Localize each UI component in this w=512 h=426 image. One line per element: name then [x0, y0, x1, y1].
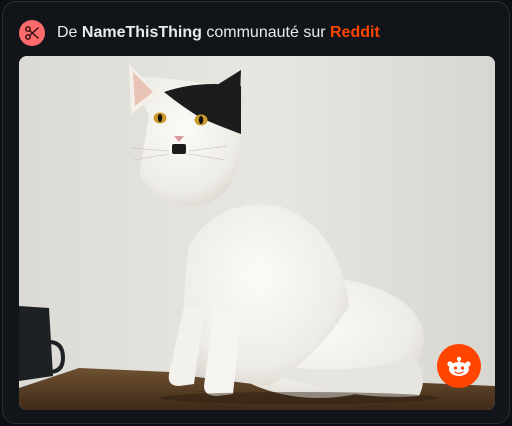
- platform-link[interactable]: Reddit: [330, 24, 380, 41]
- embed-header: De NameThisThing communauté sur Reddit: [19, 19, 380, 47]
- source-prefix: De: [57, 24, 78, 41]
- cat-photo: [19, 56, 495, 410]
- community-name-link[interactable]: NameThisThing: [82, 24, 202, 41]
- post-image[interactable]: [19, 56, 495, 410]
- source-line: De NameThisThing communauté sur Reddit: [57, 24, 380, 42]
- embed-card[interactable]: De NameThisThing communauté sur Reddit: [2, 1, 510, 424]
- community-scissors-icon: [19, 20, 45, 46]
- source-middle: communauté sur: [206, 24, 326, 41]
- reddit-snoo-icon[interactable]: [437, 344, 481, 388]
